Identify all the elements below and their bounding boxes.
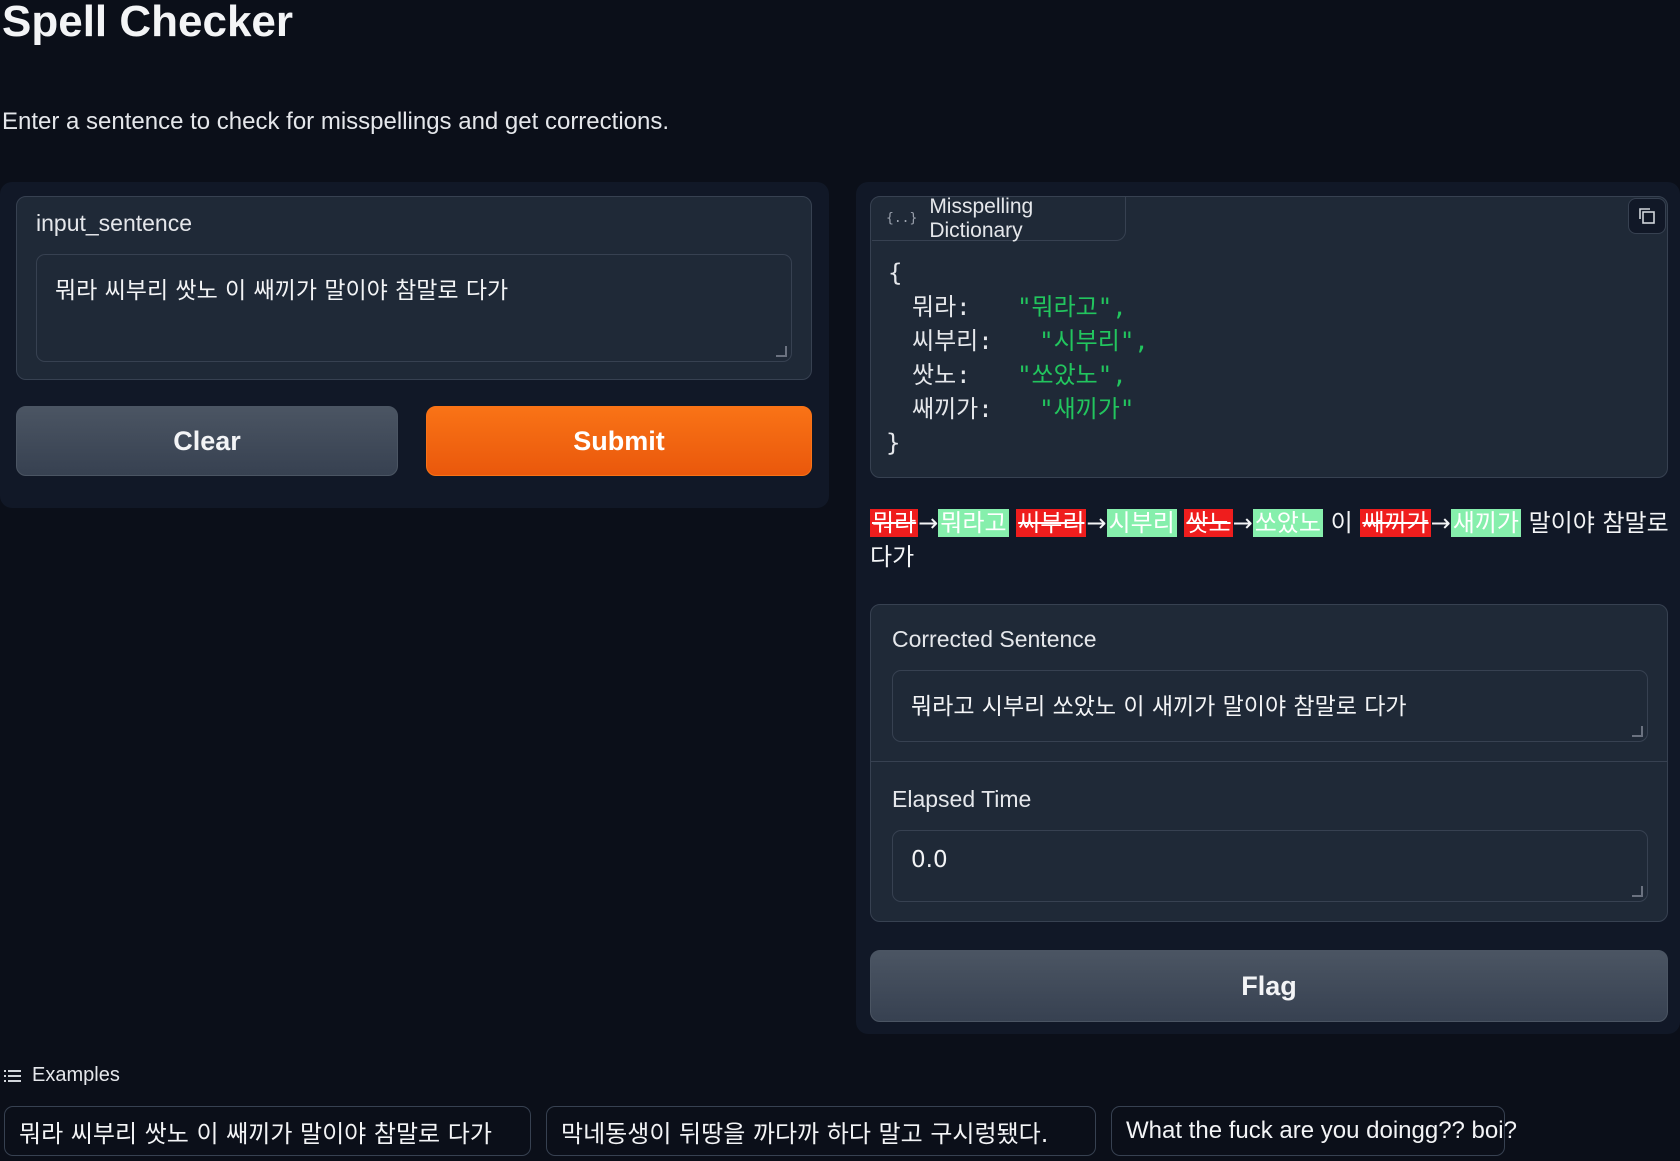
json-value: "새끼가" xyxy=(1039,395,1135,423)
example-item[interactable]: 막네동생이 뒤땅을 까다까 하다 말고 구시렁됐다. xyxy=(546,1106,1096,1156)
arrow-icon: → xyxy=(918,509,939,537)
page-title: Spell Checker xyxy=(2,0,294,46)
corrected-sentence-value: 뭐라고 시부리 쏘았노 이 새끼가 말이야 참말로 다가 xyxy=(911,694,1407,720)
corrected-word: 시부리 xyxy=(1106,509,1177,537)
input-sentence-value: 뭐라 씨부리 쌋노 이 쌔끼가 말이야 참말로 다가 xyxy=(55,278,509,304)
corrected-sentence-field[interactable]: 뭐라고 시부리 쏘았노 이 새끼가 말이야 참말로 다가 xyxy=(892,670,1648,742)
json-value: "뭐라고", xyxy=(1017,293,1127,321)
json-key: 쌔끼가: xyxy=(912,395,993,423)
elapsed-time-value: 0.0 xyxy=(911,847,948,873)
copy-button[interactable] xyxy=(1628,198,1666,234)
corrected-word: 쏘았노 xyxy=(1252,509,1323,537)
corrected-sentence-label: Corrected Sentence xyxy=(892,626,1097,652)
page-description: Enter a sentence to check for misspellin… xyxy=(2,108,670,135)
input-label: input_sentence xyxy=(36,210,193,236)
json-entry: 뭐라: "뭐라고", xyxy=(912,290,1127,324)
json-key: 뭐라: xyxy=(912,293,971,321)
misspelled-word: 쌋노 xyxy=(1184,509,1233,537)
plain-word: 이 xyxy=(1330,509,1353,537)
input-sentence-field[interactable]: 뭐라 씨부리 쌋노 이 쌔끼가 말이야 참말로 다가 xyxy=(36,254,792,362)
copy-icon xyxy=(1639,208,1655,224)
json-braces-icon: {..} xyxy=(886,211,918,226)
clear-button[interactable]: Clear xyxy=(16,406,398,476)
elapsed-time-field[interactable]: 0.0 xyxy=(892,830,1648,902)
misspelled-word: 뭐라 xyxy=(870,509,919,537)
resize-handle-icon[interactable] xyxy=(776,346,787,357)
json-key: 씨부리: xyxy=(912,327,993,355)
json-open-brace: { xyxy=(888,259,903,287)
misspelled-word: 씨부리 xyxy=(1016,509,1087,537)
resize-handle-icon[interactable] xyxy=(1632,726,1643,737)
examples-label: Examples xyxy=(32,1064,120,1086)
json-entry: 쌋노: "쏘았노", xyxy=(912,358,1127,392)
json-key: 쌋노: xyxy=(912,361,971,389)
json-value: "쏘았노", xyxy=(1017,361,1127,389)
misspelled-word: 쌔끼가 xyxy=(1360,509,1431,537)
corrected-word: 새끼가 xyxy=(1450,509,1521,537)
elapsed-time-label: Elapsed Time xyxy=(892,786,1032,812)
submit-button[interactable]: Submit xyxy=(426,406,812,476)
highlighted-diff: 뭐라→뭐라고 씨부리→시부리 쌋노→쏘았노 이 쌔끼가→새끼가 말이야 참말로 … xyxy=(870,506,1670,574)
flag-button[interactable]: Flag xyxy=(870,950,1668,1022)
corrected-word: 뭐라고 xyxy=(938,509,1009,537)
arrow-icon: → xyxy=(1430,509,1451,537)
json-close-brace: } xyxy=(886,429,901,457)
resize-handle-icon[interactable] xyxy=(1632,886,1643,897)
arrow-icon: → xyxy=(1232,509,1253,537)
json-entry: 쌔끼가: "새끼가" xyxy=(912,392,1134,426)
arrow-icon: → xyxy=(1086,509,1107,537)
json-entry: 씨부리: "시부리", xyxy=(912,324,1149,358)
examples-header: Examples xyxy=(4,1064,120,1087)
list-icon xyxy=(4,1069,21,1082)
example-item[interactable]: 뭐라 씨부리 쌋노 이 쌔끼가 말이야 참말로 다가 xyxy=(4,1106,531,1156)
divider xyxy=(871,761,1667,762)
misspelling-dictionary-label: {..} Misspelling Dictionary xyxy=(872,194,1126,242)
misspelling-dictionary-title: Misspelling Dictionary xyxy=(929,194,1034,242)
example-item[interactable]: What the fuck are you doingg?? boi? xyxy=(1111,1106,1517,1156)
json-value: "시부리", xyxy=(1039,327,1149,355)
